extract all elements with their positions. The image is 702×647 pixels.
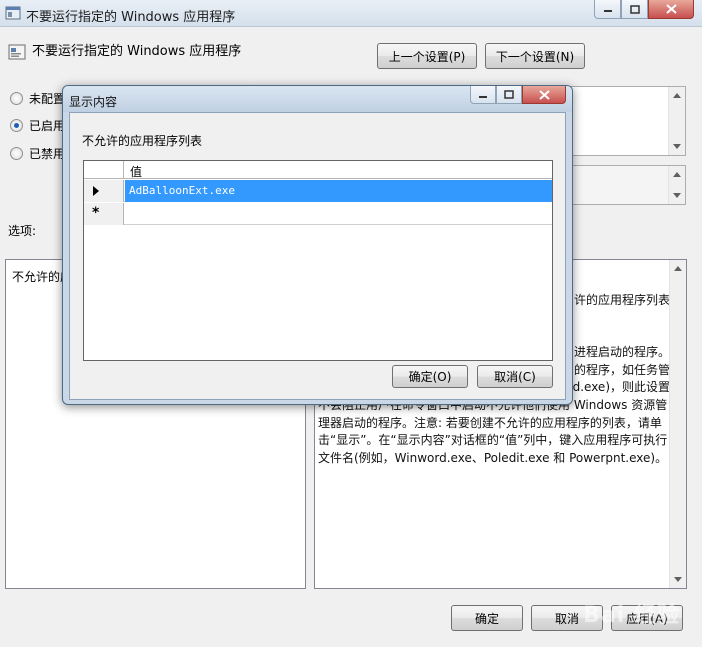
supported-on-box: [565, 165, 686, 205]
main-titlebar: 不要运行指定的 Windows 应用程序: [0, 0, 702, 27]
values-grid[interactable]: 值 AdBalloonExt.exe *: [83, 160, 553, 361]
grid-header-row-selector: [84, 161, 124, 179]
dialog-maximize-button[interactable]: [496, 86, 522, 104]
dialog-minimize-button[interactable]: [470, 86, 496, 104]
comment-textbox[interactable]: [565, 86, 686, 156]
new-row-asterisk-icon: *: [92, 205, 100, 221]
dialog-caption-buttons: [470, 86, 566, 104]
help-line: 不会阻止用户在命令窗口中启动不允许他们使用 Windows 资源管理器启动的程序…: [318, 397, 668, 465]
radio-enabled[interactable]: 已启用: [10, 117, 65, 134]
options-label: 选项:: [8, 224, 37, 238]
dialog-cancel-button[interactable]: 取消(C): [477, 365, 553, 388]
dialog-close-button[interactable]: [522, 86, 566, 104]
show-contents-dialog: 显示内容 不允许的应用程序列表 值 AdBalloonExt.exe * 确定(…: [62, 85, 573, 405]
new-value-cell[interactable]: [125, 203, 552, 225]
dialog-cancel-label: 取消(C): [494, 370, 536, 384]
dialog-client: 不允许的应用程序列表 值 AdBalloonExt.exe * 确定(O) 取消…: [69, 112, 566, 400]
table-row[interactable]: AdBalloonExt.exe: [84, 180, 552, 202]
maximize-icon: [504, 90, 514, 99]
value-cell-text: AdBalloonExt.exe: [129, 184, 235, 197]
scroll-down-icon[interactable]: [673, 193, 681, 198]
previous-setting-button[interactable]: 上一个设置(P): [377, 43, 477, 69]
scroll-up-icon[interactable]: [673, 172, 681, 177]
row-selector[interactable]: *: [84, 203, 124, 225]
radio-not-configured[interactable]: 未配置: [10, 90, 65, 107]
column-header-value[interactable]: 值: [130, 163, 142, 180]
minimize-icon: [603, 10, 612, 12]
grid-header: 值: [84, 161, 552, 179]
scroll-up-icon[interactable]: [674, 266, 682, 271]
comment-scrollbar[interactable]: [668, 87, 685, 155]
new-row[interactable]: *: [84, 203, 552, 225]
close-icon: [665, 4, 677, 14]
dialog-title: 显示内容: [69, 95, 118, 109]
scroll-up-icon[interactable]: [673, 93, 681, 98]
setting-icon: [8, 44, 26, 60]
window-title: 不要运行指定的 Windows 应用程序: [26, 10, 236, 25]
help-scrollbar[interactable]: [669, 260, 686, 588]
dialog-ok-button[interactable]: 确定(O): [392, 365, 468, 388]
ok-label: 确定: [474, 611, 499, 626]
policy-window-icon: [5, 6, 21, 20]
previous-setting-label: 上一个设置(P): [388, 49, 466, 64]
radio-enabled-dot: [10, 119, 23, 132]
dialog-titlebar[interactable]: 显示内容: [63, 86, 572, 112]
current-row-indicator-icon: [93, 186, 99, 196]
window-caption-buttons: [594, 0, 694, 19]
watermark-logo: Bai 经验: [583, 603, 680, 628]
minimize-icon: [479, 95, 487, 98]
radio-disabled-label: 已禁用: [29, 147, 66, 161]
close-icon: [538, 89, 550, 100]
value-cell[interactable]: AdBalloonExt.exe: [125, 180, 552, 202]
radio-disabled-dot: [10, 147, 23, 160]
cancel-label: 取消: [554, 611, 579, 626]
supported-on-scrollbar[interactable]: [668, 166, 685, 204]
maximize-icon: [629, 4, 640, 14]
scroll-down-icon[interactable]: [674, 577, 682, 582]
radio-enabled-label: 已启用: [29, 119, 66, 133]
maximize-button[interactable]: [621, 0, 648, 19]
disallowed-list-label: 不允许的应用程序列表: [82, 134, 203, 148]
setting-title: 不要运行指定的 Windows 应用程序: [32, 44, 242, 59]
row-selector[interactable]: [84, 180, 124, 202]
radio-not-configured-dot: [10, 92, 23, 105]
radio-disabled[interactable]: 已禁用: [10, 145, 65, 162]
ok-button[interactable]: 确定: [451, 605, 523, 631]
close-button[interactable]: [648, 0, 694, 19]
scroll-down-icon[interactable]: [673, 144, 681, 149]
next-setting-button[interactable]: 下一个设置(N): [485, 43, 585, 69]
radio-not-configured-label: 未配置: [29, 92, 66, 106]
minimize-button[interactable]: [594, 0, 621, 19]
dialog-ok-label: 确定(O): [408, 370, 452, 384]
next-setting-label: 下一个设置(N): [495, 49, 575, 64]
